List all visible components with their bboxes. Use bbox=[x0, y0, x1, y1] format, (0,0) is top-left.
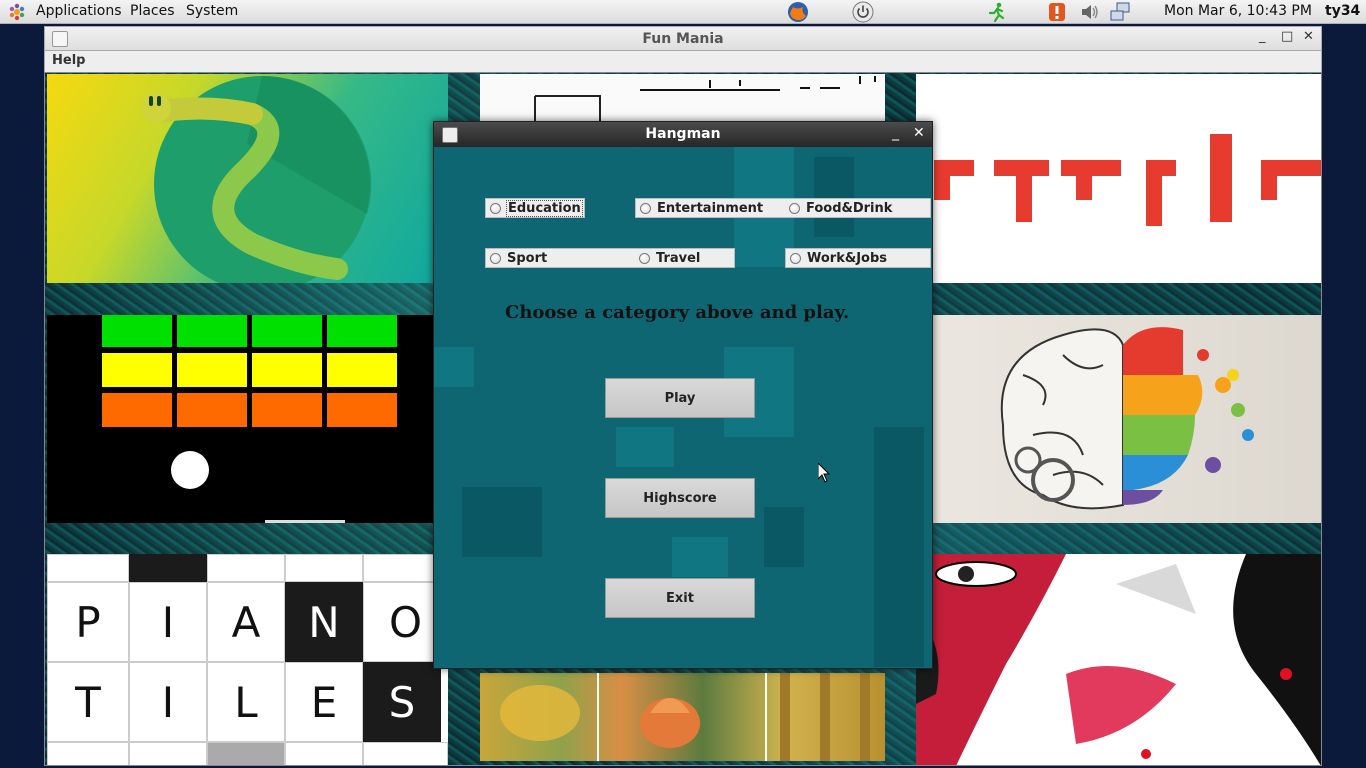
radio-travel[interactable]: Travel bbox=[635, 248, 735, 268]
radio-food-drink[interactable]: Food&Drink bbox=[785, 198, 931, 218]
piano-cell bbox=[47, 554, 129, 582]
anime-art-tile[interactable] bbox=[916, 554, 1321, 765]
piano-cell bbox=[285, 554, 363, 582]
highscore-button[interactable]: Highscore bbox=[605, 478, 755, 518]
piano-letter: A bbox=[207, 582, 285, 662]
clock[interactable]: Mon Mar 6, 10:43 PM bbox=[1164, 3, 1312, 19]
system-menu[interactable]: System bbox=[186, 3, 238, 19]
decor-block bbox=[434, 347, 474, 387]
hangman-titlebar[interactable]: Hangman _ ✕ bbox=[434, 122, 932, 147]
radio-circle-icon bbox=[790, 252, 801, 264]
menu-bar: Help bbox=[44, 51, 1322, 72]
piano-letter: E bbox=[285, 662, 363, 742]
breakout-game-tile[interactable] bbox=[47, 315, 434, 523]
decor-block bbox=[874, 427, 924, 667]
radio-label: Travel bbox=[656, 250, 701, 266]
window-title: Fun Mania bbox=[642, 31, 724, 47]
piano-grid: P I A N O T I L E S bbox=[47, 554, 448, 765]
radio-circle-icon bbox=[789, 202, 800, 214]
lotus-painting-tile[interactable] bbox=[480, 673, 885, 761]
piano-cell bbox=[129, 554, 207, 582]
piano-cell bbox=[363, 742, 448, 765]
piano-letter: S bbox=[363, 662, 441, 742]
exit-button[interactable]: Exit bbox=[605, 578, 755, 618]
volume-icon[interactable] bbox=[1079, 1, 1101, 23]
decor-block bbox=[764, 507, 804, 567]
radio-label: Food&Drink bbox=[806, 200, 893, 216]
user-name[interactable]: ty34 bbox=[1325, 3, 1360, 19]
sketch-game-tile[interactable] bbox=[480, 74, 885, 122]
alert-icon[interactable] bbox=[1046, 1, 1068, 23]
piano-letter: T bbox=[47, 662, 129, 742]
network-icon[interactable] bbox=[1109, 1, 1131, 23]
dialog-title: Hangman bbox=[645, 126, 721, 142]
gnome-foot-icon[interactable] bbox=[8, 3, 26, 21]
power-icon[interactable] bbox=[852, 1, 874, 23]
snake-game-tile[interactable] bbox=[47, 74, 448, 283]
play-button[interactable]: Play bbox=[605, 378, 755, 418]
firefox-icon[interactable] bbox=[787, 1, 809, 23]
piano-letter: I bbox=[129, 662, 207, 742]
piano-cell bbox=[129, 742, 207, 765]
decor-block bbox=[672, 537, 728, 577]
piano-cell bbox=[207, 554, 285, 582]
piano-tiles-game-tile[interactable]: P I A N O T I L E S bbox=[47, 554, 448, 765]
close-button[interactable]: ✕ bbox=[1303, 29, 1314, 44]
decor-block bbox=[616, 427, 674, 467]
radio-circle-icon bbox=[639, 252, 650, 264]
mouse-cursor-icon bbox=[818, 463, 830, 483]
radio-circle-icon bbox=[490, 202, 501, 214]
hangman-dialog: Hangman _ ✕ Education Entertainment Food… bbox=[433, 121, 933, 669]
radio-circle-icon bbox=[490, 252, 501, 264]
tetris-game-tile[interactable] bbox=[916, 74, 1321, 283]
maximize-button[interactable]: □ bbox=[1281, 29, 1293, 44]
running-man-icon[interactable] bbox=[986, 1, 1008, 23]
radio-label: Entertainment bbox=[657, 200, 764, 216]
radio-label: Education bbox=[506, 199, 583, 217]
decor-block bbox=[462, 487, 542, 557]
places-menu[interactable]: Places bbox=[130, 3, 175, 19]
close-button[interactable]: ✕ bbox=[913, 125, 925, 141]
piano-cell bbox=[47, 742, 129, 765]
hangman-body: Education Entertainment Food&Drink Sport… bbox=[434, 147, 932, 668]
minimize-button[interactable]: _ bbox=[1259, 29, 1266, 44]
top-panel: Applications Places System Mon Mar 6, 10… bbox=[0, 0, 1366, 24]
piano-letter: N bbox=[285, 582, 363, 662]
piano-cell bbox=[207, 742, 285, 765]
decor-block bbox=[814, 157, 854, 237]
radio-circle-icon bbox=[640, 202, 651, 214]
brain-game-tile[interactable] bbox=[933, 315, 1321, 523]
piano-cell bbox=[285, 742, 363, 765]
radio-work-jobs[interactable]: Work&Jobs bbox=[785, 248, 931, 268]
piano-letter: P bbox=[47, 582, 129, 662]
radio-education[interactable]: Education bbox=[485, 198, 585, 218]
minimize-button[interactable]: _ bbox=[892, 125, 899, 141]
snake-logo-icon bbox=[141, 75, 372, 283]
radio-label: Work&Jobs bbox=[807, 250, 888, 266]
piano-letter: L bbox=[207, 662, 285, 742]
piano-letter: I bbox=[129, 582, 207, 662]
fun-mania-titlebar[interactable]: Fun Mania _ □ ✕ bbox=[44, 26, 1322, 51]
applications-menu[interactable]: Applications bbox=[36, 3, 122, 19]
instruction-text: Choose a category above and play. bbox=[505, 302, 850, 323]
help-menu[interactable]: Help bbox=[52, 53, 85, 68]
radio-label: Sport bbox=[507, 250, 548, 266]
